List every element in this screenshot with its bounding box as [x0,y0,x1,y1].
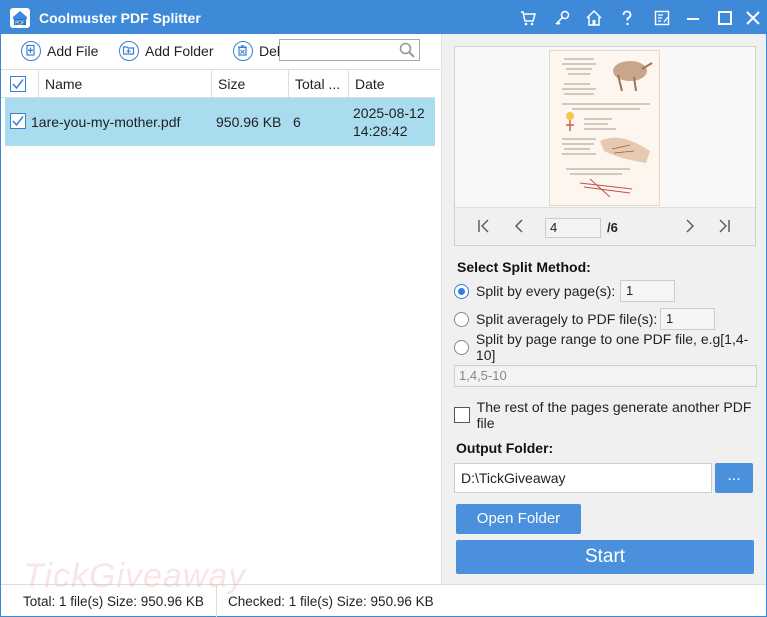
output-folder-label: Output Folder: [456,440,554,456]
prev-page-icon[interactable] [510,218,528,236]
page-number-input[interactable]: 4 [545,218,601,238]
app-logo-icon: PDF [9,7,31,29]
split-range-radio[interactable] [454,339,469,355]
split-average-label: Split averagely to PDF file(s): [476,311,658,327]
split-every-input[interactable]: 1 [620,280,675,302]
split-every-label: Split by every page(s): [476,283,616,299]
row-time: 14:28:42 [353,123,408,139]
split-average-radio[interactable] [454,311,469,327]
add-folder-label: Add Folder [145,43,214,59]
maximize-icon[interactable] [714,7,736,29]
status-bar: Total: 1 file(s) Size: 950.96 KB Checked… [1,584,766,617]
add-folder-button[interactable]: Add Folder [119,40,213,62]
first-page-icon[interactable] [475,218,493,236]
rest-pages-label: The rest of the pages generate another P… [476,399,752,431]
status-separator [216,585,217,617]
add-file-button[interactable]: Add File [21,40,98,62]
row-name: 1are-you-my-mother.pdf [31,114,181,130]
cart-icon[interactable] [517,7,539,29]
table-header: Name Size Total ... Date [1,70,435,98]
next-page-icon[interactable] [681,218,699,236]
split-average-option[interactable]: Split averagely to PDF file(s): [454,309,657,329]
split-method-label: Select Split Method: [457,259,591,275]
add-file-icon [21,41,41,61]
row-checkbox[interactable] [10,113,26,129]
table-row[interactable]: 1are-you-my-mother.pdf 950.96 KB 6 2025-… [5,98,435,146]
open-folder-button[interactable]: Open Folder [456,504,581,534]
page-range-input[interactable]: 1,4,5-10 [454,365,757,387]
row-total: 6 [293,114,301,130]
title-bar: PDF Coolmuster PDF Splitter [1,1,766,34]
split-every-option[interactable]: Split by every page(s): [454,281,615,301]
svg-text:PDF: PDF [15,21,25,27]
minimize-icon[interactable] [682,7,704,29]
page-navigator: 4 /6 [455,207,755,245]
page-thumbnail [549,50,660,206]
toolbar: Add File Add Folder Del [1,34,441,68]
header-total[interactable]: Total ... [288,70,348,98]
output-folder-input[interactable]: D:\TickGiveaway [454,463,712,493]
rest-pages-checkbox[interactable] [454,407,470,423]
browse-button[interactable]: ... [715,463,753,493]
app-title: Coolmuster PDF Splitter [39,10,201,26]
start-button[interactable]: Start [456,540,754,574]
delete-label: Del [259,43,281,59]
select-all-checkbox[interactable] [10,76,26,92]
help-icon[interactable] [616,7,638,29]
header-name[interactable]: Name [38,70,211,98]
app-window: PDF Coolmuster PDF Splitter Add File Add… [0,0,767,617]
split-every-radio[interactable] [454,283,469,299]
header-date[interactable]: Date [348,70,435,98]
home-icon[interactable] [583,7,605,29]
split-range-option[interactable]: Split by page range to one PDF file, e.g… [454,331,766,363]
add-folder-icon [119,41,139,61]
feedback-icon[interactable] [651,7,673,29]
key-icon[interactable] [551,7,573,29]
header-size[interactable]: Size [211,70,288,98]
page-total: /6 [607,220,618,235]
row-size: 950.96 KB [216,114,282,130]
delete-button[interactable]: Del [233,40,280,62]
search-box[interactable] [279,39,420,61]
status-total: Total: 1 file(s) Size: 950.96 KB [23,594,204,609]
file-table: Name Size Total ... Date 1are-you-my-mot… [1,69,441,583]
settings-panel: 4 /6 Select Split Method: Split by every… [442,34,766,584]
close-icon[interactable] [742,7,764,29]
add-file-label: Add File [47,43,99,59]
last-page-icon[interactable] [715,218,733,236]
delete-icon [233,41,253,61]
status-checked: Checked: 1 file(s) Size: 950.96 KB [228,594,434,609]
search-input[interactable] [280,40,395,60]
row-date: 2025-08-12 [353,105,425,121]
pdf-preview: 4 /6 [454,46,756,246]
split-range-label: Split by page range to one PDF file, e.g… [475,331,749,363]
rest-pages-option[interactable]: The rest of the pages generate another P… [454,399,766,431]
search-icon[interactable] [398,41,416,62]
split-average-input[interactable]: 1 [660,308,715,330]
